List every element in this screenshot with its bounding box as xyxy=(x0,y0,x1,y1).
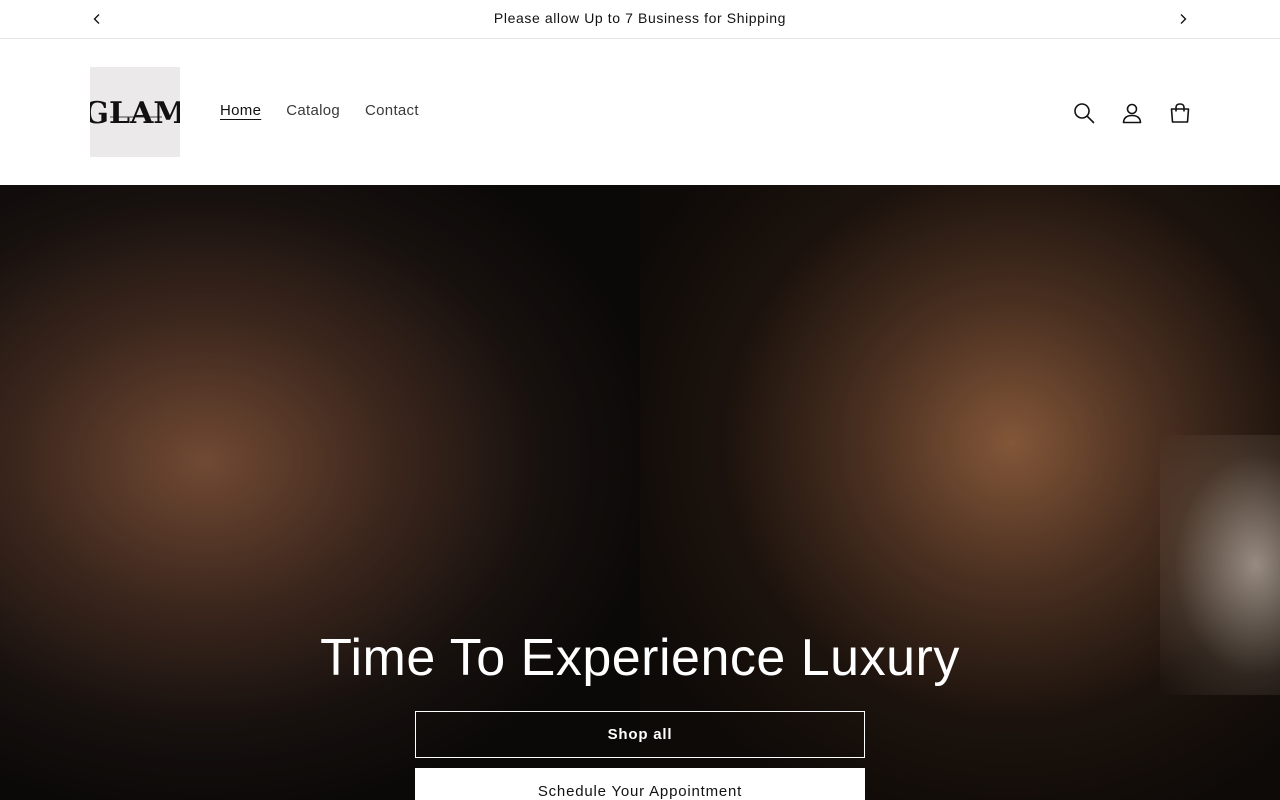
main-nav: Home Catalog Contact xyxy=(220,102,419,119)
search-button[interactable] xyxy=(1070,99,1098,127)
cart-icon xyxy=(1170,103,1190,123)
svg-text:GLAM: GLAM xyxy=(90,96,180,131)
hero-heading: Time To Experience Luxury xyxy=(320,629,960,687)
announcement-text: Please allow Up to 7 Business for Shippi… xyxy=(493,10,787,26)
logo[interactable]: GLAM xyxy=(90,67,180,157)
account-button[interactable] xyxy=(1118,99,1146,127)
nav-catalog[interactable]: Catalog xyxy=(286,102,340,119)
nav-contact[interactable]: Contact xyxy=(365,102,419,119)
shop-all-button[interactable]: Shop all xyxy=(415,711,865,758)
announcement-bar: Please allow Up to 7 Business for Shippi… xyxy=(0,0,1280,39)
search-icon xyxy=(1074,103,1095,124)
site-header: GLAM Home Catalog Contact xyxy=(0,39,1280,185)
hero-banner: Time To Experience Luxury Shop all Sched… xyxy=(0,185,1280,800)
nav-home[interactable]: Home xyxy=(220,102,261,119)
hero-overlay xyxy=(0,185,1280,800)
account-icon xyxy=(1122,103,1142,124)
announcement-next-button[interactable] xyxy=(1172,8,1194,30)
cart-button[interactable] xyxy=(1166,99,1194,127)
schedule-appointment-button[interactable]: Schedule Your Appointment xyxy=(415,768,865,800)
chevron-right-icon xyxy=(1180,14,1187,24)
logo-mark: GLAM xyxy=(90,96,180,131)
header-icons xyxy=(1070,99,1194,127)
